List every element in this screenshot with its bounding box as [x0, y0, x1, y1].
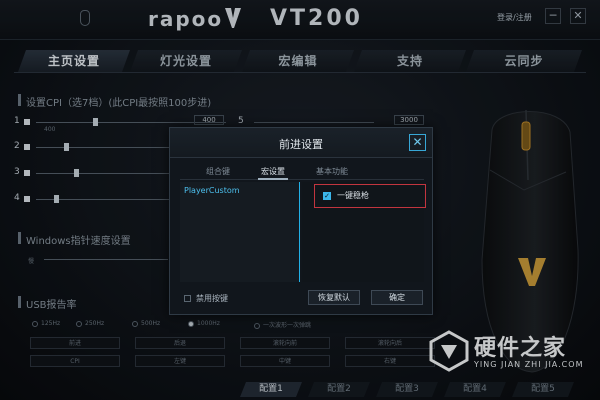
function-checkbox[interactable]: ✓ — [323, 192, 331, 200]
forward-settings-dialog: 前进设置 ✕ 组合键 宏设置 基本功能 PlayerCustom ✓ 一键稳枪 … — [169, 127, 433, 315]
disable-key-checkbox[interactable] — [184, 295, 191, 302]
dialog-header: 前进设置 ✕ — [170, 128, 432, 158]
dialog-close-button[interactable]: ✕ — [409, 134, 426, 151]
app-window: rapoo VT200 登录/注册 ─ ✕ 主页设置 灯光设置 宏编辑 支持 云… — [0, 0, 600, 400]
ok-button[interactable]: 确定 — [371, 290, 423, 305]
function-list: ✓ 一键稳枪 — [302, 182, 426, 282]
function-label: 一键稳枪 — [337, 191, 369, 200]
dialog-tab-basic[interactable]: 基本功能 — [316, 166, 348, 177]
dialog-active-tab-indicator — [258, 178, 288, 180]
function-item-highlight[interactable]: ✓ 一键稳枪 — [314, 184, 426, 208]
macro-list-item[interactable]: PlayerCustom — [184, 186, 240, 195]
disable-key-label: 禁用按键 — [196, 294, 228, 303]
dialog-tab-macro[interactable]: 宏设置 — [261, 166, 285, 177]
dialog-tab-combo-key[interactable]: 组合键 — [206, 166, 230, 177]
reset-default-button[interactable]: 恢复默认 — [308, 290, 360, 305]
macro-list: PlayerCustom — [180, 182, 300, 282]
dialog-tab-divider — [180, 179, 424, 180]
dialog-title: 前进设置 — [279, 138, 323, 151]
